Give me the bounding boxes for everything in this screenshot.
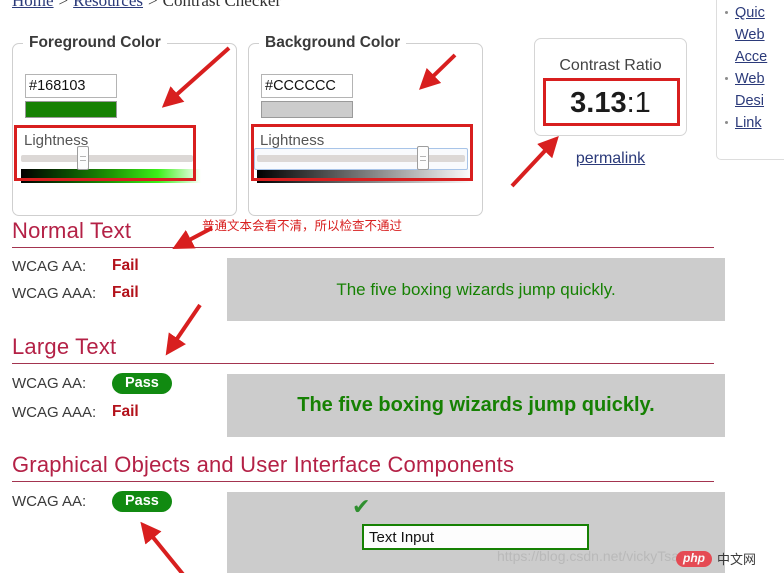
divider [12, 363, 714, 364]
foreground-color-panel: Foreground Color #168103 Lightness [12, 34, 237, 216]
background-gradient-bar [257, 169, 473, 183]
contrast-ratio-number: 3.13 [570, 87, 627, 119]
breadcrumb-separator-2: > [148, 0, 158, 10]
foreground-gradient-bar [21, 169, 201, 183]
bullet-icon [725, 11, 728, 14]
sidebar-link-1[interactable]: Quic [735, 3, 784, 23]
breadcrumb: Home > Resources > Contrast Checker [12, 0, 281, 11]
breadcrumb-home[interactable]: Home [12, 0, 54, 10]
status-badge: Pass [112, 373, 172, 394]
list-item[interactable]: Quic [725, 3, 784, 23]
background-lightness-slider[interactable] [254, 146, 468, 170]
text-input-demo[interactable]: Text Input [362, 524, 589, 550]
foreground-lightness-group: Lightness [21, 132, 244, 183]
related-links-sidebar: Acce Quic Web Acce Web Desi Link [716, 0, 784, 160]
check-icon: ✔ [352, 494, 371, 519]
sample-preview-large: The five boxing wizards jump quickly. [227, 374, 725, 437]
color-controls: Foreground Color #168103 Lightness Backg… [0, 28, 520, 218]
sidebar-list: Acce Quic Web Acce Web Desi Link [717, 0, 784, 133]
page-title-graphical-objects: Graphical Objects and User Interface Com… [12, 452, 515, 477]
section-graphical-objects: Graphical Objects and User Interface Com… [12, 452, 772, 573]
status-badge: Fail [112, 403, 139, 420]
wcag-aaa-label: WCAG AAA: [12, 403, 97, 421]
sample-text: The five boxing wizards jump quickly. [297, 394, 655, 416]
background-hex-input[interactable]: #CCCCCC [261, 74, 353, 98]
section-large-text: Large Text WCAG AA: Pass WCAG AAA: Fail … [12, 334, 772, 437]
status-badge: Fail [112, 257, 139, 274]
background-legend: Background Color [265, 34, 401, 51]
sidebar-link-2[interactable]: Web [735, 25, 784, 45]
wcag-aa-label: WCAG AA: [12, 375, 87, 392]
breadcrumb-separator-1: > [58, 0, 69, 10]
sidebar-link-3[interactable]: Acce [735, 47, 784, 67]
foreground-swatch[interactable] [25, 101, 117, 118]
sidebar-link-0[interactable]: Acce [735, 0, 784, 1]
bullet-icon [725, 77, 728, 80]
foreground-slider-track[interactable] [21, 155, 193, 162]
list-item[interactable]: Desi [725, 91, 784, 111]
foreground-hex-input[interactable]: #168103 [25, 74, 117, 98]
list-item[interactable]: Acce [725, 0, 784, 1]
background-slider-thumb[interactable] [417, 146, 430, 170]
background-lightness-group: Lightness [254, 132, 490, 183]
sample-text: The five boxing wizards jump quickly. [336, 279, 616, 299]
breadcrumb-current: Contrast Checker [162, 0, 282, 10]
contrast-ratio-suffix: :1 [626, 87, 651, 119]
foreground-lightness-slider[interactable] [21, 146, 193, 170]
section-normal-text: Normal Text WCAG AA: Fail WCAG AAA: Fail… [12, 218, 772, 321]
page-title-large-text: Large Text [12, 334, 117, 359]
permalink-link[interactable]: permalink [534, 150, 687, 168]
status-badge: Pass [112, 491, 172, 512]
list-item[interactable]: Acce [725, 47, 784, 67]
wcag-aaa-label: WCAG AAA: [12, 284, 97, 302]
contrast-ratio-title: Contrast Ratio [559, 57, 662, 74]
watermark-logo: php 中文网 [676, 549, 756, 568]
foreground-lightness-label: Lightness [24, 132, 89, 149]
contrast-ratio-panel: Contrast Ratio 3.13:1 [534, 38, 687, 136]
background-slider-track[interactable] [257, 155, 465, 162]
contrast-checker-page: Home > Resources > Contrast Checker Foregrou… [0, 0, 784, 573]
background-swatch[interactable] [261, 101, 353, 118]
list-item[interactable]: Web [725, 69, 784, 89]
list-item[interactable]: Link [725, 113, 784, 133]
sample-preview-normal: The five boxing wizards jump quickly. [227, 258, 725, 321]
status-badge: Fail [112, 284, 139, 301]
foreground-hex-row: #168103 [25, 74, 117, 118]
background-color-panel: Background Color #CCCCCC Lightness [248, 34, 483, 216]
bullet-icon [725, 121, 728, 124]
divider [12, 247, 714, 248]
contrast-ratio-value: 3.13:1 [535, 87, 686, 120]
watermark-logo-suffix: 中文网 [717, 553, 757, 568]
sidebar-link-4[interactable]: Web [735, 69, 784, 89]
watermark-url: https://blog.csdn.net/vickyTsai [497, 548, 683, 564]
watermark-logo-text: php [676, 550, 712, 567]
foreground-legend: Foreground Color [29, 34, 161, 51]
page-title-normal-text: Normal Text [12, 218, 132, 243]
background-hex-row: #CCCCCC [261, 74, 353, 118]
background-lightness-label: Lightness [260, 132, 325, 149]
wcag-aa-label: WCAG AA: [12, 257, 87, 275]
divider [12, 481, 714, 482]
sidebar-link-5[interactable]: Desi [735, 91, 784, 111]
foreground-slider-thumb[interactable] [76, 146, 89, 170]
sidebar-link-6[interactable]: Link [735, 113, 784, 133]
wcag-aa-label: WCAG AA: [12, 493, 87, 510]
breadcrumb-resources[interactable]: Resources [73, 0, 143, 10]
list-item[interactable]: Web [725, 25, 784, 45]
